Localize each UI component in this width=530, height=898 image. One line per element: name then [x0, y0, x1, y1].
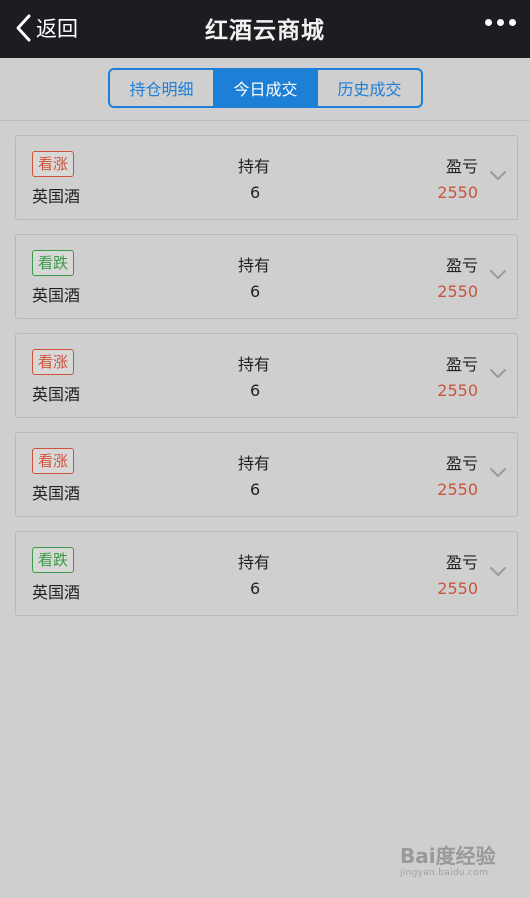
trade-list: 看涨 英国酒 持有 6 盈亏 2550 看跌 英国酒 持有 6 盈亏 2550 看涨 英国酒 持有 6 盈亏 25…	[15, 135, 518, 630]
direction-badge: 看跌	[32, 547, 75, 573]
product-name: 英国酒	[32, 187, 81, 206]
direction-badge: 看涨	[32, 448, 75, 474]
navbar: 返回 红酒云商城	[0, 0, 530, 58]
product-name: 英国酒	[32, 484, 81, 503]
direction-badge: 看涨	[32, 151, 75, 177]
trade-card[interactable]: 看跌英国酒 持有 6 盈亏 2550	[15, 531, 518, 616]
hold-label: 持有	[238, 157, 271, 176]
watermark-logo: Bai度经验 jingyan.baidu.com	[400, 840, 500, 884]
pnl-value: 2550	[437, 381, 478, 400]
hold-value: 6	[250, 480, 261, 499]
pnl-label: 盈亏	[445, 553, 478, 572]
pnl-value: 2550	[437, 480, 478, 499]
tab-bar: 持仓明细 今日成交 历史成交	[0, 58, 530, 121]
tab-today-trades[interactable]: 今日成交	[214, 70, 318, 106]
pnl-label: 盈亏	[445, 355, 478, 374]
trade-card[interactable]: 看涨英国酒 持有 6 盈亏 2550	[15, 432, 518, 517]
pnl-label: 盈亏	[445, 256, 478, 275]
segmented-control: 持仓明细 今日成交 历史成交	[108, 68, 423, 108]
chevron-down-icon[interactable]	[489, 170, 507, 182]
product-name: 英国酒	[32, 385, 81, 404]
direction-badge: 看涨	[32, 349, 75, 375]
hold-value: 6	[250, 579, 261, 598]
pnl-value: 2550	[437, 183, 478, 202]
page-title: 红酒云商城	[205, 18, 325, 44]
direction-badge: 看跌	[32, 250, 75, 276]
chevron-down-icon[interactable]	[489, 269, 507, 281]
hold-label: 持有	[238, 355, 271, 374]
hold-value: 6	[250, 381, 261, 400]
pnl-value: 2550	[437, 282, 478, 301]
chevron-down-icon[interactable]	[489, 566, 507, 578]
pnl-label: 盈亏	[445, 157, 478, 176]
tab-positions[interactable]: 持仓明细	[110, 70, 214, 106]
trade-card[interactable]: 看涨英国酒 持有 6 盈亏 2550	[15, 333, 518, 418]
product-name: 英国酒	[32, 286, 81, 305]
more-options-icon[interactable]	[485, 19, 516, 26]
watermark-sub: jingyan.baidu.com	[400, 868, 489, 878]
pnl-label: 盈亏	[445, 454, 478, 473]
product-name: 英国酒	[32, 583, 81, 602]
hold-label: 持有	[238, 256, 271, 275]
hold-value: 6	[250, 183, 261, 202]
trade-card[interactable]: 看跌英国酒 持有 6 盈亏 2550	[15, 234, 518, 319]
chevron-down-icon[interactable]	[489, 368, 507, 380]
pnl-value: 2550	[437, 579, 478, 598]
tab-history-trades[interactable]: 历史成交	[318, 70, 421, 106]
chevron-down-icon[interactable]	[489, 467, 507, 479]
hold-label: 持有	[238, 454, 271, 473]
trade-card[interactable]: 看涨英国酒 持有 6 盈亏 2550	[15, 135, 518, 220]
hold-label: 持有	[238, 553, 271, 572]
hold-value: 6	[250, 282, 261, 301]
watermark-main: Bai度经验	[400, 844, 496, 868]
